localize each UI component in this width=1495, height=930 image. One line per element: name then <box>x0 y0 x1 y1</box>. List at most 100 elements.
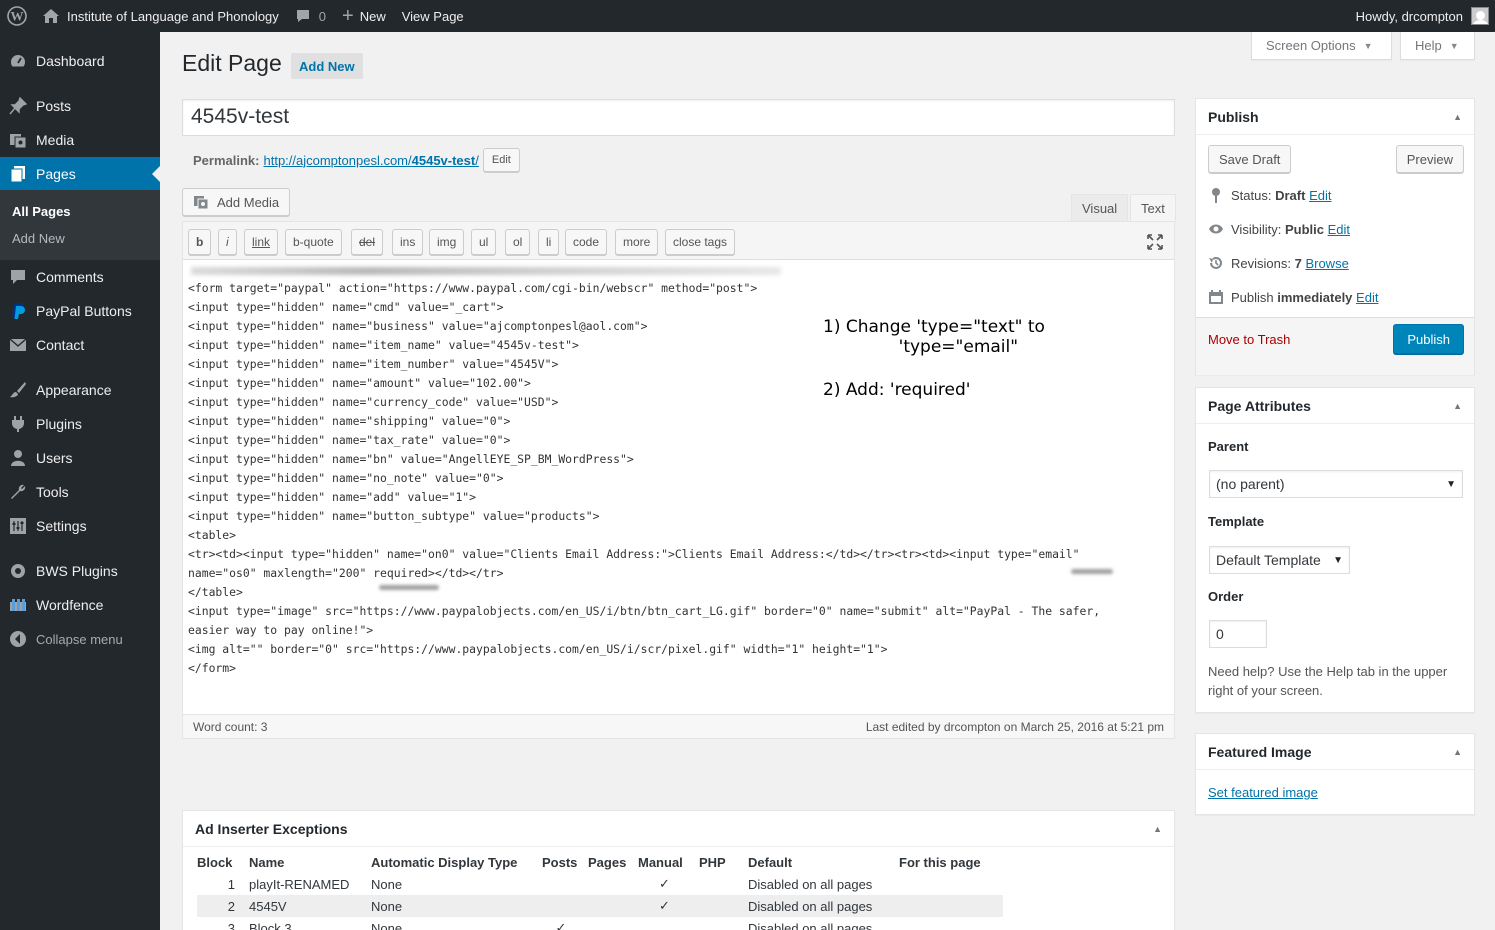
my-account-link[interactable]: Howdy, drcompton <box>1348 0 1495 32</box>
status-edit-link[interactable]: Edit <box>1309 188 1331 203</box>
text-editor: b i link b-quote del ins img ul ol li co… <box>182 221 1175 739</box>
featured-image-header[interactable]: Featured Image ▲ <box>1196 734 1474 770</box>
new-content-link[interactable]: + New <box>334 0 394 32</box>
visibility-edit-link[interactable]: Edit <box>1328 222 1350 237</box>
table-header-row: Block Name Automatic Display Type Posts … <box>197 851 1003 873</box>
code-line: <img alt="" border="0" src="https://www.… <box>188 642 888 656</box>
code-line: </form> <box>188 661 237 675</box>
sidebar-item-bws-plugins[interactable]: BWS Plugins <box>0 554 160 588</box>
sidebar-item-appearance[interactable]: Appearance <box>0 373 160 407</box>
sidebar-item-comments[interactable]: Comments <box>0 260 160 294</box>
tab-text[interactable]: Text <box>1130 194 1176 222</box>
parent-select[interactable]: (no parent) ▼ <box>1209 470 1463 498</box>
save-draft-button[interactable]: Save Draft <box>1208 145 1292 173</box>
sidebar-item-plugins[interactable]: Plugins <box>0 407 160 441</box>
quicktag-img-button[interactable]: img <box>429 229 465 255</box>
collapse-arrow-icon[interactable]: ▲ <box>1153 824 1162 834</box>
caret-down-icon: ▼ <box>1363 40 1373 51</box>
quicktag-code-button[interactable]: code <box>565 229 608 255</box>
caret-down-icon: ▼ <box>1449 40 1459 51</box>
publish-box-header[interactable]: Publish ▲ <box>1196 99 1474 135</box>
quicktag-del-button[interactable]: del <box>351 229 384 255</box>
quicktag-link-button[interactable]: link <box>244 229 279 255</box>
column-header: Block <box>197 854 233 870</box>
sidebar-item-wordfence[interactable]: Wordfence <box>0 588 160 622</box>
sidebar-item-dashboard[interactable]: Dashboard <box>0 44 160 78</box>
view-page-link[interactable]: View Page <box>394 0 472 32</box>
sidebar-item-pages[interactable]: Pages <box>0 157 160 191</box>
code-line: <form target="paypal" action="https://ww… <box>188 281 758 295</box>
template-select[interactable]: Default Template ▼ <box>1209 546 1350 574</box>
code-line: <input type="hidden" name="add" value="1… <box>188 490 477 504</box>
permalink-link[interactable]: http://ajcomptonpesl.com/4545v-test/ <box>263 153 478 168</box>
quicktag-bold-button[interactable]: b <box>188 229 212 255</box>
add-media-button[interactable]: Add Media <box>182 188 291 216</box>
preview-button[interactable]: Preview <box>1395 145 1464 173</box>
collapse-arrow-icon[interactable]: ▲ <box>1453 747 1462 757</box>
sidebar-item-posts[interactable]: Posts <box>0 89 160 123</box>
publish-button[interactable]: Publish <box>1393 324 1464 354</box>
code-line: <input type="hidden" name="button_subtyp… <box>188 509 600 523</box>
quicktag-italic-button[interactable]: i <box>218 229 237 255</box>
quicktag-ul-button[interactable]: ul <box>471 229 497 255</box>
sidebar-item-media[interactable]: Media <box>0 123 160 157</box>
quicktag-more-button[interactable]: more <box>615 229 659 255</box>
help-button[interactable]: Help ▼ <box>1400 32 1475 60</box>
page-attributes-header[interactable]: Page Attributes ▲ <box>1196 388 1474 424</box>
collapse-arrow-icon[interactable]: ▲ <box>1453 401 1462 411</box>
set-featured-image-link[interactable]: Set featured image <box>1208 785 1318 800</box>
table-row: 3 Block 3 None ✓ Disabled on all pages <box>197 917 1003 930</box>
fullscreen-icon[interactable] <box>1146 233 1164 251</box>
submenu-add-new[interactable]: Add New <box>12 231 65 246</box>
submenu-all-pages[interactable]: All Pages <box>12 204 71 219</box>
table-cell-default: Disabled on all pages <box>748 920 873 930</box>
sidebar-item-label: Settings <box>36 518 87 534</box>
add-new-button[interactable]: Add New <box>291 53 363 79</box>
sidebar-item-users[interactable]: Users <box>0 441 160 475</box>
sidebar-item-contact[interactable]: Contact <box>0 328 160 362</box>
sidebar-item-paypal-buttons[interactable]: PayPal Buttons <box>0 294 160 328</box>
pages-icon <box>8 164 28 184</box>
quicktag-close-tags-button[interactable]: close tags <box>665 229 736 255</box>
collapse-arrow-icon[interactable]: ▲ <box>1453 112 1462 122</box>
column-header: Default <box>748 854 793 870</box>
pin-marker-icon <box>1208 187 1224 203</box>
quicktag-ins-button[interactable]: ins <box>392 229 424 255</box>
column-header: Name <box>249 854 285 870</box>
page-attributes-box: Page Attributes ▲ Parent (no parent) ▼ Te… <box>1195 387 1475 713</box>
screen-options-button[interactable]: Screen Options ▼ <box>1251 32 1392 60</box>
table-cell-manual: ✓ <box>659 876 670 891</box>
template-label: Template <box>1208 514 1265 529</box>
quicktag-ol-button[interactable]: ol <box>505 229 531 255</box>
post-title-input[interactable]: 4545v-test <box>182 99 1175 136</box>
visibility-row: Visibility: Public Edit <box>1208 221 1350 237</box>
browse-revisions-link[interactable]: Browse <box>1305 256 1348 271</box>
quicktag-blockquote-button[interactable]: b-quote <box>285 229 342 255</box>
table-cell-posts <box>542 873 588 895</box>
ad-inserter-table: Block Name Automatic Display Type Posts … <box>197 851 1003 930</box>
word-count: Word count: 3 <box>193 719 268 734</box>
table-cell-pages <box>588 895 638 917</box>
publish-box: Publish ▲ Save Draft Preview Status: Dra… <box>1195 98 1475 375</box>
collapse-menu-button[interactable]: Collapse menu <box>0 622 160 656</box>
editor-status-bar: Word count: 3 Last edited by drcompton o… <box>183 714 1174 738</box>
permalink-label: Permalink: <box>193 152 260 168</box>
ad-inserter-header[interactable]: Ad Inserter Exceptions ▲ <box>183 811 1174 847</box>
comments-link[interactable]: 0 <box>287 0 334 32</box>
publish-date-edit-link[interactable]: Edit <box>1356 290 1378 305</box>
wordpress-logo-icon[interactable]: W <box>0 0 34 32</box>
sidebar-item-settings[interactable]: Settings <box>0 509 160 543</box>
quicktag-li-button[interactable]: li <box>538 229 560 255</box>
dashboard-icon <box>8 51 28 71</box>
tab-visual[interactable]: Visual <box>1071 194 1129 222</box>
parent-value: (no parent) <box>1216 476 1285 492</box>
site-name-link[interactable]: Institute of Language and Phonology <box>34 0 287 32</box>
table-cell-type: None <box>371 895 542 917</box>
order-input[interactable]: 0 <box>1209 620 1267 648</box>
sidebar-item-tools[interactable]: Tools <box>0 475 160 509</box>
screen-options-label: Screen Options <box>1266 38 1356 53</box>
permalink-edit-button[interactable]: Edit <box>482 148 520 172</box>
bws-icon <box>8 561 28 581</box>
avatar <box>1471 7 1489 25</box>
move-to-trash-link[interactable]: Move to Trash <box>1208 332 1290 347</box>
